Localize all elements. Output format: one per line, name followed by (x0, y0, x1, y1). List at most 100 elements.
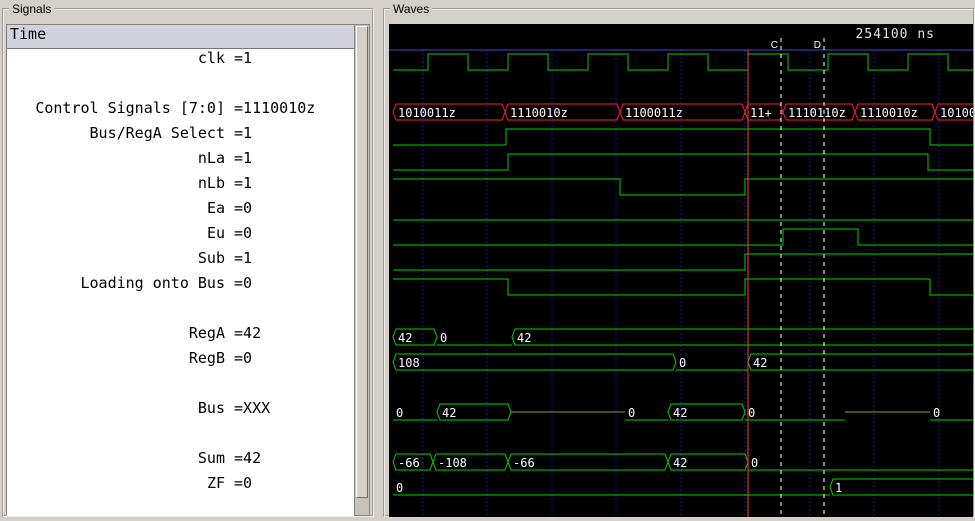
bus-value-label: 0 (396, 406, 403, 420)
wave-nlb (393, 178, 973, 196)
signal-row-bus-rega-select[interactable]: Bus/RegA Select =1 (7, 124, 355, 149)
bus-value-label: 0 (396, 481, 403, 495)
timescale-timestamp: 254100 ns (855, 27, 935, 42)
signal-value: =0 (225, 349, 253, 367)
signals-panel: Signals Time clk =1 Control Signals [7:0]… (2, 2, 374, 517)
bus-value-label: 1010011z (398, 106, 456, 120)
waves-panel: Waves 1010011z 1110010z 1100011z 11+ 1110110… (383, 2, 975, 517)
bus-value-label: 0 (748, 406, 755, 420)
signal-name: nLb (197, 174, 225, 192)
bus-value-label: -66 (398, 456, 420, 470)
signal-value: =1110010z (225, 99, 316, 117)
wave-area[interactable]: 1010011z 1110010z 1100011z 11+ 1110110z 11100… (389, 24, 973, 517)
signal-row-eu[interactable]: Eu =0 (7, 224, 355, 249)
bus-value-label: 108 (398, 356, 420, 370)
signal-name: Bus/RegA Select (89, 124, 225, 142)
signal-value: =1 (225, 174, 253, 192)
signal-row-blank (7, 374, 355, 399)
bus-value-label: -108 (438, 456, 467, 470)
wave-clk (393, 53, 973, 71)
signal-row-blank (7, 74, 355, 99)
signal-name (7, 424, 225, 449)
marker-label-d: D (814, 40, 821, 51)
waveform-canvas[interactable]: 1010011z 1110010z 1100011z 11+ 1110110z 11100… (389, 24, 973, 517)
signal-row-sum[interactable]: Sum =42 (7, 449, 355, 474)
wave-zf-band (829, 478, 973, 496)
signal-value: =1 (225, 249, 253, 267)
wave-loading-onto-bus (393, 278, 973, 296)
bus-value-label: 42 (673, 406, 687, 420)
signal-value: =0 (225, 199, 253, 217)
signal-row-bus[interactable]: Bus =XXX (7, 399, 355, 424)
bus-value-label: 0 (679, 356, 686, 370)
signal-name: RegB (188, 349, 225, 367)
signal-name: RegA (188, 324, 225, 342)
bus-value-label: 0 (628, 406, 635, 420)
wave-rega-band (511, 328, 973, 346)
bus-value-label: 1100011z (625, 106, 683, 120)
bus-value-label: 1110010z (510, 106, 568, 120)
signal-name: Ea (206, 199, 225, 217)
bus-value-label: 0 (440, 331, 447, 345)
signal-row-blank (7, 424, 355, 449)
time-header: Time (7, 25, 355, 49)
signal-name: Control Signals [7:0] (35, 99, 225, 117)
signal-rows: clk =1 Control Signals [7:0] =1110010z Bus… (7, 49, 355, 499)
signal-row-zf[interactable]: ZF =0 (7, 474, 355, 499)
marker-label-c: C (771, 40, 778, 51)
signal-value: =0 (225, 224, 253, 242)
signal-name: Sum (197, 449, 225, 467)
signal-value: =XXX (225, 399, 271, 417)
bus-value-label: 0 (933, 406, 940, 420)
signal-row-nla[interactable]: nLa =1 (7, 149, 355, 174)
signal-name: Eu (206, 224, 225, 242)
bus-value-label: 1 (835, 481, 842, 495)
signal-row-clk[interactable]: clk =1 (7, 49, 355, 74)
signal-row-ea[interactable]: Ea =0 (7, 199, 355, 224)
bus-value-label: -66 (513, 456, 535, 470)
signal-value: =1 (225, 149, 253, 167)
signals-list[interactable]: Time clk =1 Control Signals [7:0] =111001… (6, 24, 356, 516)
signal-row-regb[interactable]: RegB =0 (7, 349, 355, 374)
bus-value-label: 0 (751, 456, 758, 470)
signal-value: =1 (225, 49, 253, 67)
signals-panel-label: Signals (9, 2, 55, 16)
wave-bus-rega-select (393, 128, 973, 146)
signal-name: Bus (197, 399, 225, 417)
wave-sub (393, 253, 973, 271)
signal-name: Sub (197, 249, 225, 267)
signal-name (7, 374, 225, 399)
signal-row-rega[interactable]: RegA =42 (7, 324, 355, 349)
waves-panel-label: Waves (390, 2, 433, 16)
signal-name: nLa (197, 149, 225, 167)
signal-name (7, 299, 225, 324)
signal-value: =1 (225, 124, 253, 142)
bus-value-label: 1110010z (860, 106, 918, 120)
wave-nla (393, 153, 973, 171)
signal-name: clk (197, 49, 225, 67)
bus-value-label: 1010011z (940, 106, 973, 120)
bus-value-label: 42 (753, 356, 767, 370)
bus-value-label: 42 (673, 456, 687, 470)
bus-value-label: 11+ (750, 106, 772, 120)
signal-row-nlb[interactable]: nLb =1 (7, 174, 355, 199)
bus-value-label: 42 (517, 331, 531, 345)
signal-row-loading-onto-bus[interactable]: Loading onto Bus =0 (7, 274, 355, 299)
signal-name: Loading onto Bus (80, 274, 226, 292)
signals-scrollbar[interactable] (354, 24, 370, 516)
bus-value-label: 42 (442, 406, 456, 420)
signal-row-sub[interactable]: Sub =1 (7, 249, 355, 274)
bus-value-label: 42 (398, 331, 412, 345)
bus-value-label: 1110110z (788, 106, 846, 120)
signal-row-control-signals-7-0[interactable]: Control Signals [7:0] =1110010z (7, 99, 355, 124)
signal-row-blank (7, 299, 355, 324)
signal-value: =42 (225, 324, 262, 342)
wave-regb-band (392, 353, 677, 371)
signals-scrollbar-thumb[interactable] (356, 26, 368, 498)
wave-eu (393, 228, 973, 246)
signal-name: ZF (206, 474, 225, 492)
signal-value: =0 (225, 474, 253, 492)
signal-value: =42 (225, 449, 262, 467)
signal-name (7, 74, 225, 99)
signal-value: =0 (225, 274, 253, 292)
